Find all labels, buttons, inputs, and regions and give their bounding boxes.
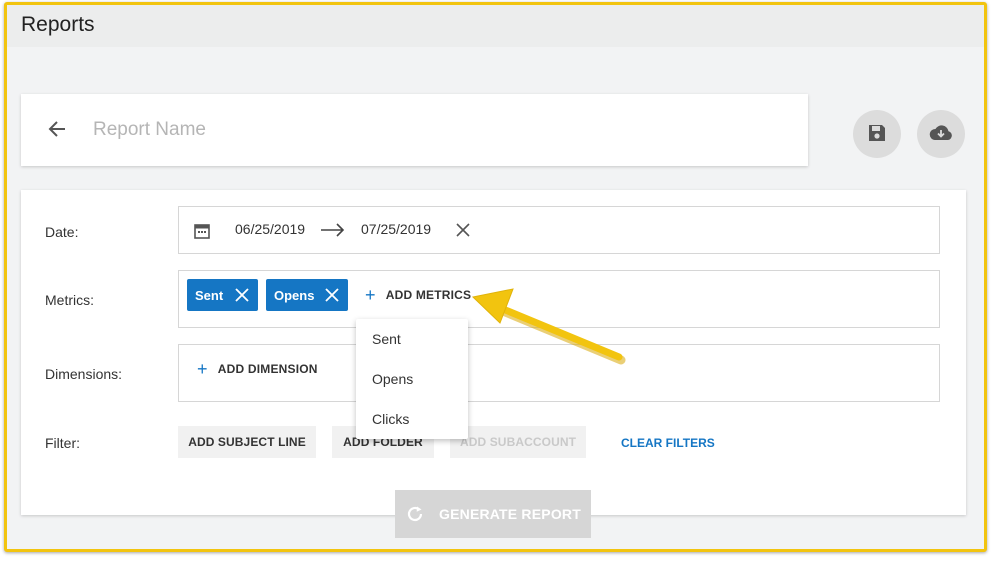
date-label: Date: <box>45 224 79 240</box>
close-icon[interactable] <box>324 287 340 303</box>
metric-chip-sent: Sent <box>187 279 258 311</box>
metrics-dropdown: Sent Opens Clicks <box>356 319 468 439</box>
refresh-icon <box>405 504 425 524</box>
dimensions-label: Dimensions: <box>45 366 123 382</box>
screenshot-frame: Reports Date: <box>4 2 987 552</box>
chip-label: Sent <box>195 287 224 303</box>
add-dimension-label: ADD DIMENSION <box>217 362 318 376</box>
floppy-disk-icon <box>867 123 887 146</box>
generate-report-button[interactable]: GENERATE REPORT <box>395 490 591 538</box>
cloud-download-icon <box>928 123 954 146</box>
dropdown-item-sent[interactable]: Sent <box>372 331 401 347</box>
page-header: Reports <box>7 5 984 47</box>
chip-label: Opens <box>274 287 315 303</box>
plus-icon: + <box>197 359 208 379</box>
metrics-field: Sent Opens + ADD METRICS <box>178 270 940 328</box>
page-title: Reports <box>21 13 95 36</box>
report-name-card <box>21 94 808 166</box>
arrow-right-icon <box>320 221 346 239</box>
close-icon[interactable] <box>234 287 250 303</box>
calendar-icon <box>193 222 211 240</box>
dropdown-item-opens[interactable]: Opens <box>372 371 413 387</box>
save-button[interactable] <box>853 110 901 158</box>
end-date[interactable]: 07/25/2019 <box>361 221 431 237</box>
download-button[interactable] <box>917 110 965 158</box>
dropdown-item-clicks[interactable]: Clicks <box>372 411 409 427</box>
add-metrics-button[interactable]: + ADD METRICS <box>365 285 472 305</box>
add-metrics-label: ADD METRICS <box>385 288 472 302</box>
add-subject-line-button[interactable]: ADD SUBJECT LINE <box>178 426 316 458</box>
metrics-label: Metrics: <box>45 292 94 308</box>
date-range-field[interactable]: 06/25/2019 07/25/2019 <box>178 206 940 254</box>
report-name-input[interactable] <box>91 114 775 146</box>
add-dimension-button[interactable]: + ADD DIMENSION <box>197 359 318 379</box>
start-date[interactable]: 06/25/2019 <box>235 221 305 237</box>
clear-filters-link[interactable]: CLEAR FILTERS <box>621 436 715 450</box>
generate-report-label: GENERATE REPORT <box>439 506 581 522</box>
close-icon[interactable] <box>454 221 472 239</box>
arrow-left-icon[interactable] <box>46 118 68 140</box>
metric-chip-opens: Opens <box>266 279 348 311</box>
add-subaccount-button[interactable]: ADD SUBACCOUNT <box>450 426 586 458</box>
filter-label: Filter: <box>45 435 80 451</box>
report-form: Date: 06/25/2019 07/25/2019 Metrics: Sen… <box>21 190 966 515</box>
dimensions-field: + ADD DIMENSION <box>178 344 940 402</box>
plus-icon: + <box>365 285 376 305</box>
